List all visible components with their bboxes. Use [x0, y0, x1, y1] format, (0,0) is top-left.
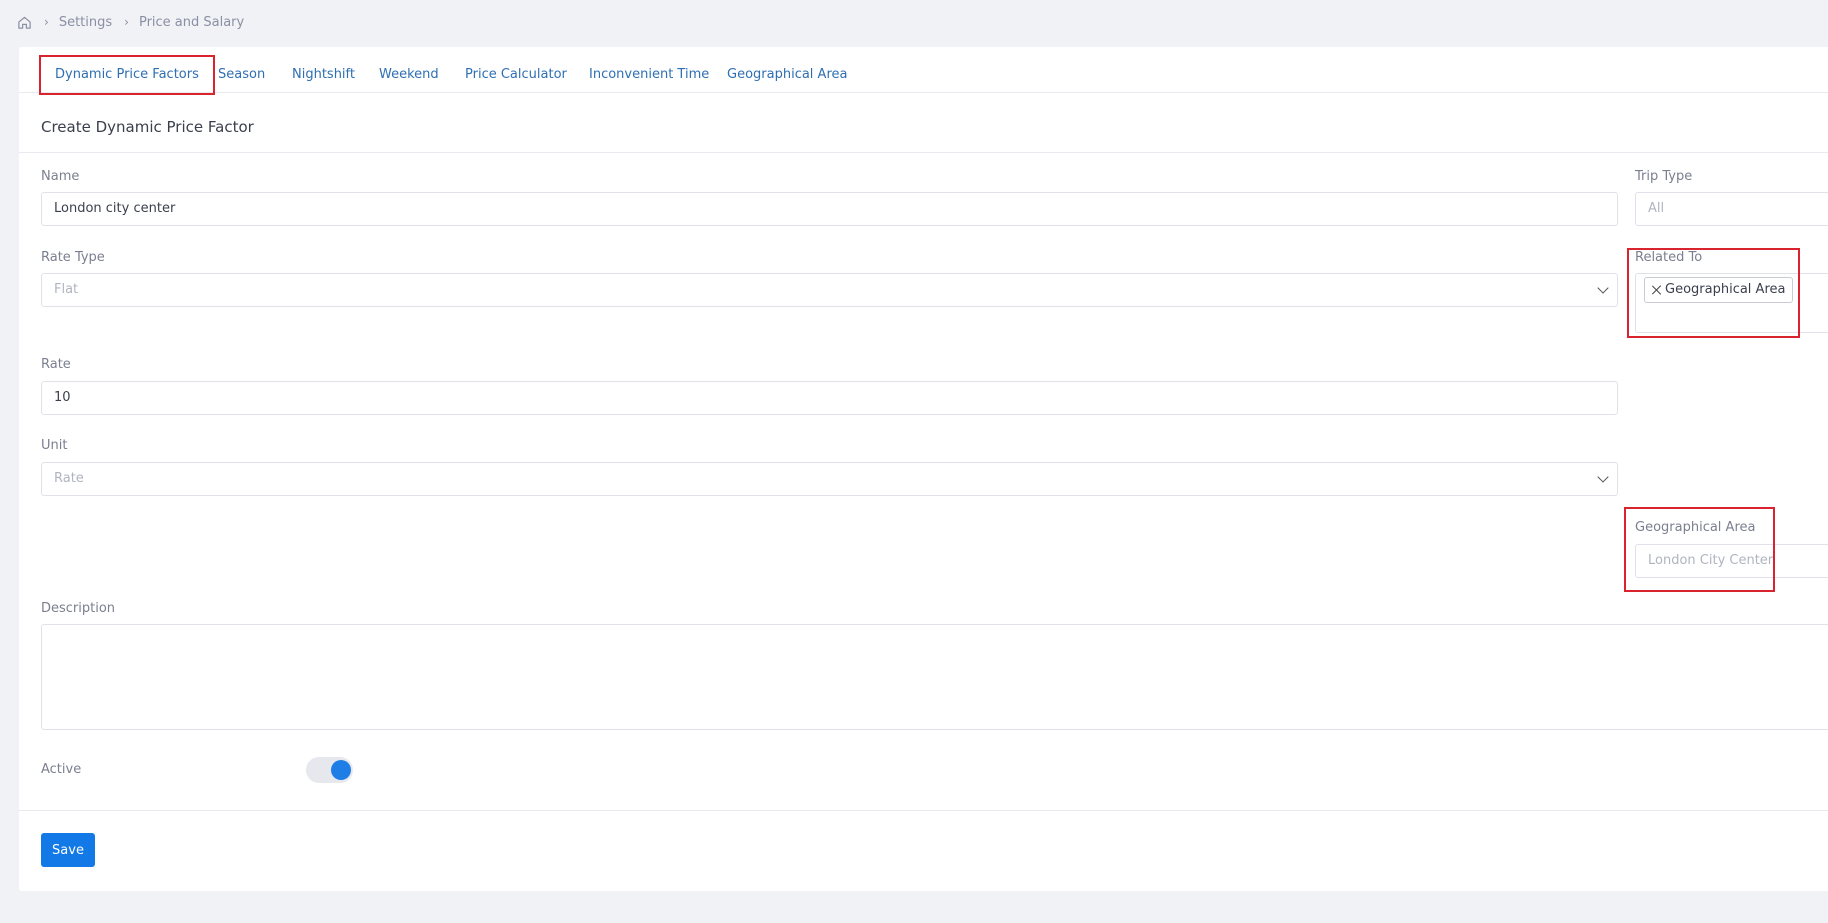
- rate-type-label: Rate Type: [41, 250, 105, 265]
- chevron-down-icon: [1597, 282, 1609, 294]
- tab-nightshift[interactable]: Nightshift: [292, 56, 355, 94]
- rate-label: Rate: [41, 357, 71, 372]
- divider: [19, 152, 1828, 153]
- rate-type-select[interactable]: Flat: [41, 273, 1618, 307]
- trip-type-select[interactable]: All: [1635, 192, 1828, 226]
- tab-bar: Dynamic Price Factors Season Nightshift …: [19, 47, 1828, 95]
- rate-input[interactable]: 10: [41, 381, 1618, 415]
- tab-weekend[interactable]: Weekend: [379, 56, 439, 94]
- name-label: Name: [41, 169, 80, 184]
- rate-type-value: Flat: [54, 282, 79, 297]
- name-input[interactable]: London city center: [41, 192, 1618, 226]
- unit-label: Unit: [41, 438, 68, 453]
- trip-type-label: Trip Type: [1635, 169, 1693, 184]
- page-title: Create Dynamic Price Factor: [41, 118, 254, 136]
- active-toggle[interactable]: [306, 757, 353, 783]
- unit-value: Rate: [54, 471, 84, 486]
- chevron-right-icon: ›: [124, 15, 129, 29]
- tab-dynamic-price-factors[interactable]: Dynamic Price Factors: [39, 55, 215, 95]
- unit-select[interactable]: Rate: [41, 462, 1618, 496]
- breadcrumb-item-settings[interactable]: Settings: [59, 15, 112, 30]
- breadcrumb: › Settings › Price and Salary: [17, 13, 244, 31]
- form-card: Dynamic Price Factors Season Nightshift …: [19, 47, 1828, 891]
- toggle-knob: [331, 760, 351, 780]
- tab-season[interactable]: Season: [218, 56, 265, 94]
- chevron-right-icon: ›: [44, 15, 49, 29]
- tab-price-calculator[interactable]: Price Calculator: [465, 56, 567, 94]
- description-textarea[interactable]: [41, 624, 1828, 730]
- save-button[interactable]: Save: [41, 833, 95, 867]
- chevron-down-icon: [1597, 471, 1609, 483]
- active-label: Active: [41, 762, 82, 777]
- tab-geographical-area[interactable]: Geographical Area: [727, 56, 847, 94]
- breadcrumb-item-price-and-salary[interactable]: Price and Salary: [139, 15, 244, 30]
- divider: [19, 810, 1828, 811]
- highlight-box-related-to: [1627, 248, 1800, 338]
- tab-inconvenient-time[interactable]: Inconvenient Time: [589, 56, 709, 94]
- highlight-box-geographical-area: [1624, 507, 1775, 592]
- home-icon[interactable]: [17, 15, 32, 30]
- description-label: Description: [41, 601, 116, 616]
